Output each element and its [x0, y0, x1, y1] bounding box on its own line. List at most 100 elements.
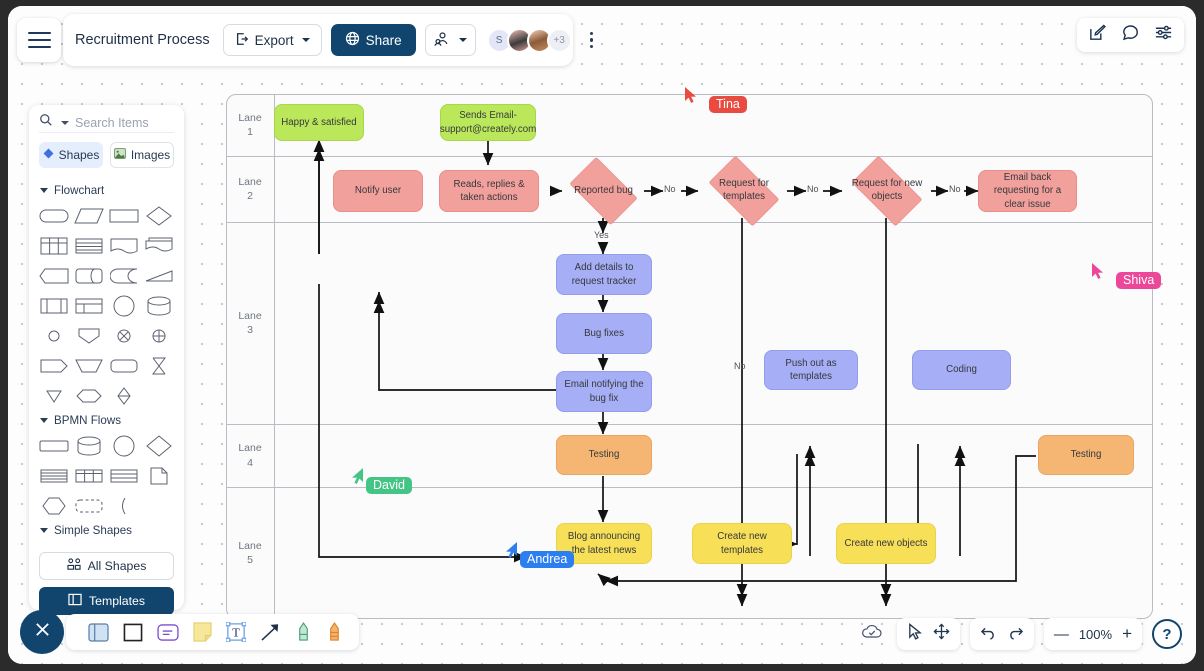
undo-icon[interactable] [980, 624, 997, 645]
shape-circle-cross[interactable] [109, 324, 140, 348]
shape-dashed-rect[interactable] [74, 494, 105, 518]
node-sends-email[interactable]: Sends Email-support@creately.com [440, 104, 536, 141]
node-create-new-templates[interactable]: Create new templates [692, 523, 792, 564]
node-email-back-request[interactable]: Email back requesting for a clear issue [978, 170, 1077, 212]
shape-database[interactable] [74, 434, 105, 458]
shape-circle[interactable] [109, 294, 140, 318]
shape-rows-bpmn[interactable] [109, 464, 140, 488]
card-icon[interactable] [157, 623, 179, 641]
node-reads-replies[interactable]: Reads, replies & taken actions [439, 170, 539, 212]
shape-hourglass[interactable] [143, 354, 174, 378]
redo-icon[interactable] [1007, 624, 1024, 645]
shape-triangle-down[interactable] [39, 384, 70, 408]
avatar-overflow-count[interactable]: +3 [546, 27, 572, 53]
shape-small-circle[interactable] [39, 324, 70, 348]
search-input[interactable]: Search Items [75, 116, 149, 130]
frame-icon[interactable] [88, 622, 109, 642]
cloud-save-status[interactable] [857, 618, 887, 650]
shape-hexagon-round[interactable] [39, 264, 70, 288]
shape-shield[interactable] [74, 324, 105, 348]
comment-icon[interactable] [1121, 23, 1140, 47]
node-happy-satisfied[interactable]: Happy & satisfied [274, 104, 364, 141]
text-icon[interactable]: T [226, 622, 246, 642]
move-icon[interactable] [933, 623, 950, 645]
sticky-note-icon[interactable] [193, 622, 212, 642]
chevron-down-icon[interactable] [61, 120, 69, 125]
kebab-dot [589, 44, 594, 49]
export-button[interactable]: Export [222, 24, 322, 56]
shape-brace[interactable] [109, 494, 140, 518]
shape-list[interactable] [74, 234, 105, 258]
shape-circle-bpmn[interactable] [109, 434, 140, 458]
shape-hexagon[interactable] [74, 384, 105, 408]
node-request-new-objects[interactable]: Request for new objects [843, 155, 931, 227]
shape-card-header[interactable] [74, 294, 105, 318]
export-icon [235, 32, 249, 49]
all-shapes-icon [67, 558, 81, 574]
settings-sliders-icon[interactable] [1154, 23, 1173, 47]
shape-multi-document[interactable] [143, 234, 174, 258]
tab-images[interactable]: Images [110, 142, 174, 168]
node-testing-left[interactable]: Testing [556, 435, 652, 475]
shape-table[interactable] [39, 234, 70, 258]
search-row[interactable]: Search Items [39, 113, 174, 133]
zoom-level-label[interactable]: 100% [1079, 627, 1112, 642]
shape-circle-plus[interactable] [143, 324, 174, 348]
document-title[interactable]: Recruitment Process [75, 32, 214, 48]
templates-button[interactable]: Templates [39, 587, 174, 615]
help-button[interactable]: ? [1152, 619, 1182, 649]
shape-rounded-rect-2[interactable] [109, 354, 140, 378]
shape-hexagon-bpmn[interactable] [39, 494, 70, 518]
category-flowchart[interactable]: Flowchart [40, 184, 174, 197]
category-simple-shapes[interactable]: Simple Shapes [40, 524, 174, 537]
shape-cylinder-h[interactable] [74, 264, 105, 288]
node-create-new-objects[interactable]: Create new objects [836, 523, 936, 564]
shape-diamond[interactable] [143, 204, 174, 228]
node-email-notifying-bugfix[interactable]: Email notifying the bug fix [556, 371, 652, 412]
zoom-out-button[interactable]: — [1054, 626, 1069, 643]
arrow-icon[interactable] [260, 622, 281, 642]
node-coding[interactable]: Coding [912, 350, 1011, 390]
collaborator-button[interactable] [424, 24, 476, 56]
shape-list-bpmn[interactable] [39, 464, 70, 488]
avatar-group[interactable]: S +3 [486, 27, 572, 53]
share-button[interactable]: Share [330, 24, 416, 56]
shape-internal-storage[interactable] [39, 294, 70, 318]
edit-icon[interactable] [1088, 23, 1107, 47]
shape-table-bpmn[interactable] [74, 464, 105, 488]
bottom-tool-strip: T [66, 614, 359, 650]
close-button[interactable] [20, 610, 64, 654]
shape-document[interactable] [109, 234, 140, 258]
category-bpmn-flows[interactable]: BPMN Flows [40, 414, 174, 427]
zoom-in-button[interactable]: + [1122, 624, 1132, 644]
node-request-templates[interactable]: Request for templates [700, 155, 788, 227]
shape-delay[interactable] [109, 264, 140, 288]
shape-rounded-rect[interactable] [39, 204, 70, 228]
lane-label-3: Lane 3 [238, 309, 262, 336]
shape-trapezoid-down[interactable] [74, 354, 105, 378]
shape-cylinder-v[interactable] [143, 294, 174, 318]
shape-diamond-small[interactable] [109, 384, 140, 408]
node-reported-bug[interactable]: Reported bug [562, 156, 645, 226]
highlighter-icon[interactable] [295, 621, 312, 643]
more-options-button[interactable] [586, 28, 598, 53]
shape-trapezoid[interactable] [143, 264, 174, 288]
shape-rect-bpmn[interactable] [39, 434, 70, 458]
tab-shapes[interactable]: Shapes [39, 142, 103, 168]
node-push-out-templates[interactable]: Push out as templates [764, 350, 858, 390]
marker-icon[interactable] [326, 621, 343, 643]
node-notify-user[interactable]: Notify user [333, 170, 423, 212]
node-add-details-tracker[interactable]: Add details to request tracker [556, 254, 652, 295]
shape-page[interactable] [143, 464, 174, 488]
rectangle-icon[interactable] [123, 623, 143, 642]
shape-flag[interactable] [39, 354, 70, 378]
shape-parallelogram[interactable] [74, 204, 105, 228]
shape-rectangle[interactable] [109, 204, 140, 228]
diagram-canvas[interactable]: Lane 1 Lane 2 Lane 3 Lane 4 Lane 5 No No… [226, 94, 1153, 619]
hamburger-menu-button[interactable] [17, 18, 61, 62]
node-testing-right[interactable]: Testing [1038, 435, 1134, 475]
shape-diamond-bpmn[interactable] [143, 434, 174, 458]
all-shapes-button[interactable]: All Shapes [39, 552, 174, 580]
pointer-icon[interactable] [907, 623, 923, 645]
node-bug-fixes[interactable]: Bug fixes [556, 313, 652, 354]
